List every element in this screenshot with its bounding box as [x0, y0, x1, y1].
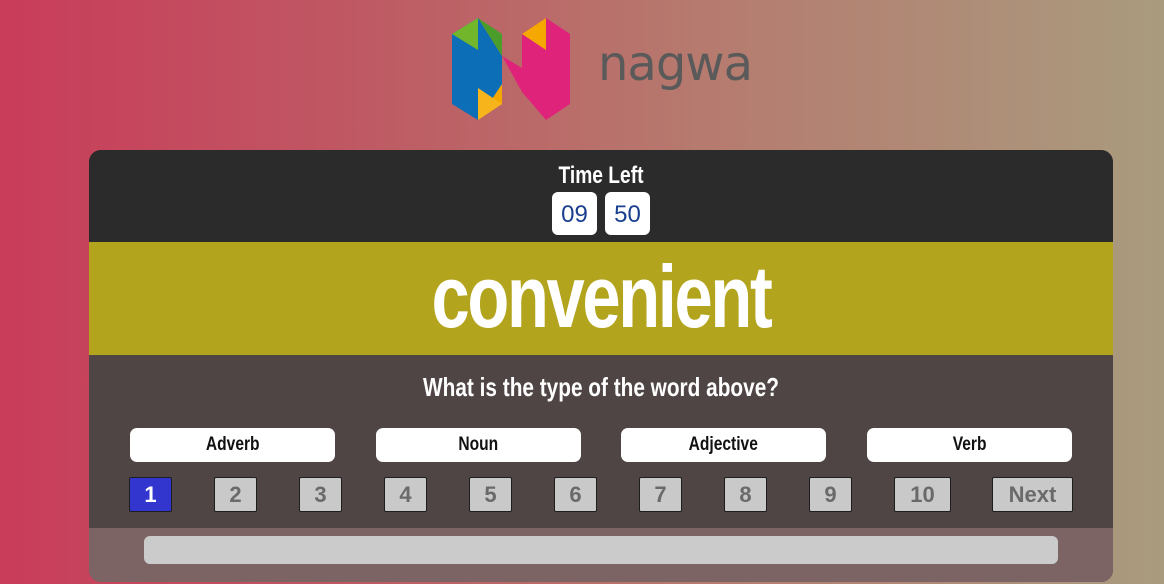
question-prompt: What is the type of the word above?: [423, 372, 779, 402]
page-9-button[interactable]: 9: [809, 477, 852, 512]
option-adverb-button[interactable]: Adverb: [130, 428, 335, 462]
page-8-button[interactable]: 8: [724, 477, 767, 512]
option-label: Verb: [952, 434, 987, 455]
minutes-box: 09: [552, 192, 597, 235]
nagwa-logo-icon: [450, 16, 572, 120]
quiz-word: convenient: [431, 247, 773, 346]
option-adjective-button[interactable]: Adjective: [621, 428, 826, 462]
option-verb-button[interactable]: Verb: [867, 428, 1072, 462]
page-5-button[interactable]: 5: [469, 477, 512, 512]
page-2-button[interactable]: 2: [214, 477, 257, 512]
page-1-button[interactable]: 1: [129, 477, 172, 512]
page-6-button[interactable]: 6: [554, 477, 597, 512]
progress-section: [89, 528, 1113, 582]
page-7-button[interactable]: 7: [639, 477, 682, 512]
page-4-button[interactable]: 4: [384, 477, 427, 512]
page-3-button[interactable]: 3: [299, 477, 342, 512]
option-noun-button[interactable]: Noun: [376, 428, 581, 462]
page-10-button[interactable]: 10: [894, 477, 951, 512]
option-label: Adjective: [688, 434, 759, 455]
timer-section: Time Left 09 50: [89, 150, 1113, 242]
timer-title: Time Left: [558, 162, 644, 189]
word-section: convenient: [89, 242, 1113, 355]
brand-name: nagwa: [598, 36, 753, 92]
quiz-card: Time Left 09 50 convenient What is the t…: [89, 150, 1113, 582]
progress-bar: [144, 536, 1058, 564]
option-label: Noun: [458, 434, 499, 455]
seconds-box: 50: [605, 192, 650, 235]
next-button[interactable]: Next: [992, 477, 1073, 512]
option-label: Adverb: [205, 434, 260, 455]
